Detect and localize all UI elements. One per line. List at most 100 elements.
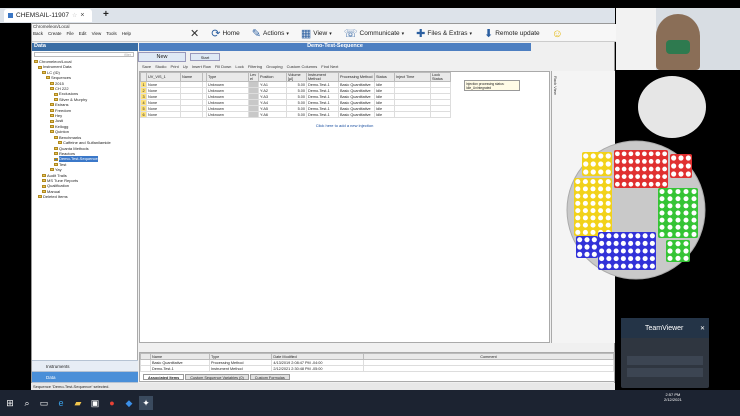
edit-menu[interactable]: Edit [79, 31, 87, 36]
vial-position[interactable] [671, 171, 677, 177]
vial-position[interactable] [582, 222, 588, 228]
view-button[interactable]: ▦ View ▾ [301, 27, 332, 40]
toolbar-fill-down-button[interactable]: Fill Down [215, 64, 231, 69]
store-icon[interactable]: ▣ [88, 396, 102, 410]
vial-position[interactable] [621, 159, 627, 164]
tree-item[interactable]: Deleted Items [34, 194, 136, 199]
vial-position[interactable] [606, 248, 612, 254]
new-button[interactable]: New [138, 52, 186, 62]
vial-position[interactable] [635, 151, 640, 157]
vial-position[interactable] [598, 179, 604, 185]
vial-position[interactable] [675, 189, 681, 195]
toolbar-grouping-button[interactable]: Grouping [266, 64, 282, 69]
vial-position[interactable] [648, 174, 654, 179]
vial-position[interactable] [606, 256, 612, 262]
vial-position[interactable] [598, 222, 604, 228]
vial-position[interactable] [599, 256, 605, 262]
toolbar-up-button[interactable]: Up [183, 64, 188, 69]
remote-update-button[interactable]: ⬇ Remote update [484, 27, 540, 40]
vial-position[interactable] [628, 256, 634, 262]
column-header[interactable]: Lev el [248, 72, 259, 82]
tab-custom-formulas[interactable]: Custom Formulas [249, 374, 290, 380]
column-header[interactable]: Status [374, 72, 395, 82]
vial-position[interactable] [649, 248, 655, 254]
vial-position[interactable] [575, 208, 581, 214]
task-view-icon[interactable]: ▭ [37, 396, 51, 410]
vial-position[interactable] [635, 233, 641, 239]
actions-button[interactable]: ✎ Actions ▾ [252, 27, 289, 40]
column-header[interactable]: Lock Status [430, 72, 451, 82]
vial-position[interactable] [659, 210, 665, 216]
tools-menu[interactable]: Tools [106, 31, 117, 36]
vial-position[interactable] [642, 174, 647, 179]
create-menu[interactable]: Create [48, 31, 62, 36]
vial-position[interactable] [605, 169, 611, 175]
nav-instruments[interactable]: Instruments [32, 360, 138, 371]
cell-inst[interactable]: Demo-Test-1 [306, 111, 339, 118]
vial-position[interactable] [575, 215, 581, 221]
vial-position[interactable] [615, 159, 620, 164]
cell-name[interactable] [180, 111, 203, 118]
vial-position[interactable] [662, 151, 667, 157]
vial-position[interactable] [583, 153, 589, 159]
toolbar-lock-button[interactable]: Lock [235, 64, 243, 69]
vial-position[interactable] [620, 263, 626, 269]
vial-position[interactable] [598, 215, 604, 221]
vial-position[interactable] [667, 255, 673, 261]
vial-position[interactable] [628, 159, 634, 164]
vial-position[interactable] [635, 240, 641, 246]
column-header[interactable]: Position [258, 72, 287, 82]
vial-position[interactable] [685, 163, 691, 169]
vial-position[interactable] [613, 263, 619, 269]
vial-position[interactable] [635, 174, 640, 179]
associated-item-row[interactable]: Demo-Test-1 Instrument Method 2/12/2021 2:… [140, 365, 614, 372]
vial-position[interactable] [642, 240, 648, 246]
column-header[interactable]: Instrument Method [306, 72, 339, 82]
vial-position[interactable] [648, 159, 654, 164]
vial-position[interactable] [691, 196, 697, 202]
vial-position[interactable] [621, 174, 627, 179]
toolbar-custom-columns-button[interactable]: Custom Columns [287, 64, 318, 69]
vial-position[interactable] [599, 248, 605, 254]
vial-position[interactable] [582, 193, 588, 199]
vial-position[interactable] [598, 153, 604, 159]
chrome-icon[interactable]: ● [105, 396, 119, 410]
file-explorer-icon[interactable]: ▰ [71, 396, 85, 410]
vial-position[interactable] [575, 200, 581, 206]
new-tab-button[interactable]: + [103, 9, 109, 20]
vial-position[interactable] [642, 159, 647, 164]
vial-position[interactable] [583, 169, 589, 175]
vial-position[interactable] [683, 255, 689, 261]
vial-position[interactable] [605, 193, 611, 199]
vial-position[interactable] [582, 186, 588, 192]
vial-position[interactable] [613, 248, 619, 254]
vial-position[interactable] [582, 200, 588, 206]
vial-position[interactable] [615, 174, 620, 179]
vial-position[interactable] [606, 233, 612, 239]
vial-position[interactable] [590, 200, 596, 206]
vial-position[interactable] [590, 161, 596, 167]
cell-status[interactable]: Idle [374, 111, 395, 118]
star-icon[interactable]: ☆ [72, 12, 77, 19]
vial-position[interactable] [591, 244, 597, 250]
vial-position[interactable] [575, 179, 581, 185]
vial-position[interactable] [642, 248, 648, 254]
vial-position[interactable] [667, 241, 673, 247]
vial-position[interactable] [667, 196, 673, 202]
vial-position[interactable] [675, 203, 681, 209]
toolbar-find-next-button[interactable]: Find Next [321, 64, 338, 69]
vial-position[interactable] [628, 181, 634, 187]
vial-position[interactable] [675, 248, 681, 254]
vial-position[interactable] [606, 240, 612, 246]
toolbar-save-button[interactable]: Save [142, 64, 151, 69]
vial-position[interactable] [635, 248, 641, 254]
vial-position[interactable] [685, 155, 691, 161]
vial-position[interactable] [605, 153, 611, 159]
vial-position[interactable] [591, 251, 597, 257]
vial-position[interactable] [659, 231, 665, 237]
start-button[interactable]: Start [190, 53, 220, 61]
vial-position[interactable] [582, 208, 588, 214]
vial-position[interactable] [683, 196, 689, 202]
vial-position[interactable] [613, 256, 619, 262]
tab-custom-variables[interactable]: Custom Sequence Variables (0) [185, 374, 249, 380]
